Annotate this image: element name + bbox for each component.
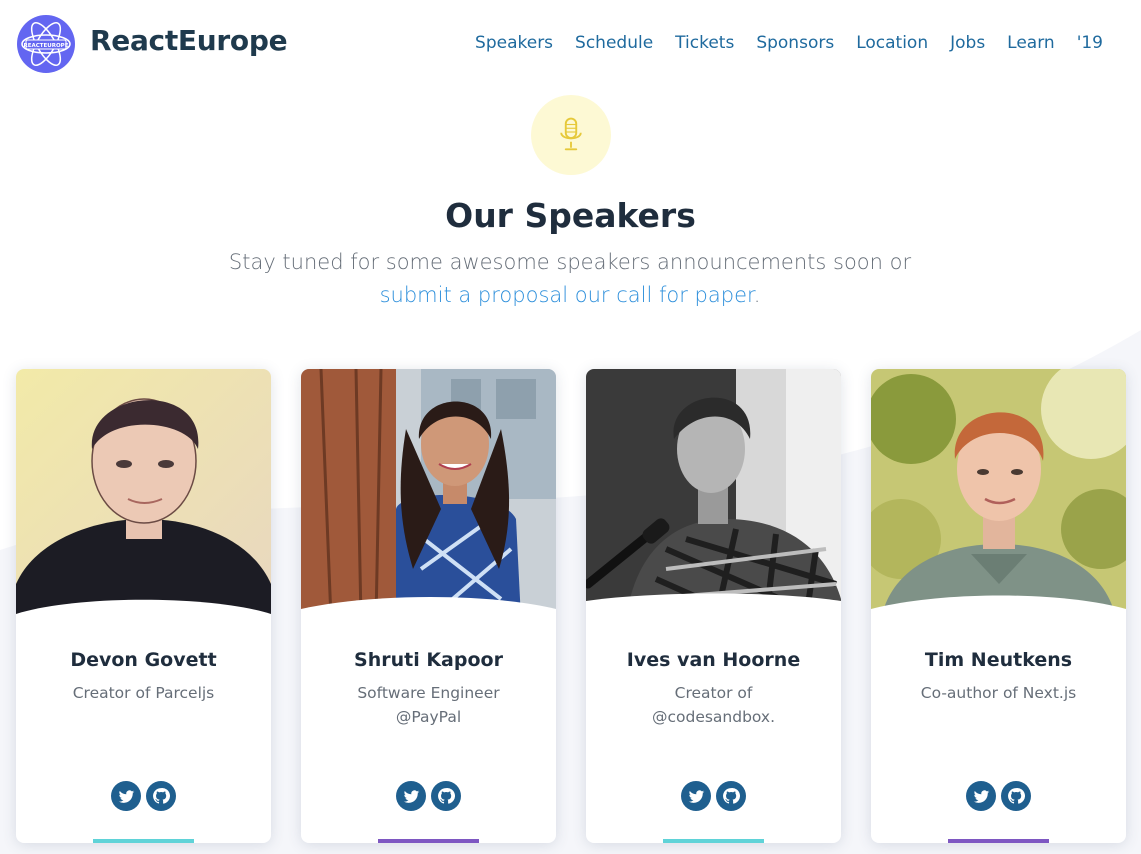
card-accent-bar	[948, 839, 1049, 843]
speaker-photo	[871, 369, 1126, 619]
speaker-name: Ives van Hoorne	[626, 649, 801, 671]
speaker-socials	[871, 781, 1126, 811]
speaker-socials	[301, 781, 556, 811]
speaker-role: Creator of @codesandbox.	[651, 684, 776, 726]
main-nav: Speakers Schedule Tickets Sponsors Locat…	[475, 33, 1103, 53]
logo-icon: REACTEUROPE	[17, 15, 75, 73]
speaker-photo	[301, 369, 556, 619]
subtitle-period: .	[753, 283, 761, 307]
nav-2019[interactable]: '19	[1077, 33, 1103, 53]
speaker-photo	[16, 369, 271, 619]
card-accent-bar	[663, 839, 764, 843]
card-accent-bar	[378, 839, 479, 843]
speaker-card[interactable]: Ives van Hoorne Creator of @codesandbox.	[586, 369, 841, 843]
nav-speakers[interactable]: Speakers	[475, 33, 553, 53]
twitter-icon[interactable]	[966, 781, 996, 811]
page-title: Our Speakers	[445, 196, 696, 235]
speaker-role: Co-author of Next.js	[920, 684, 1077, 702]
github-icon[interactable]	[431, 781, 461, 811]
speaker-photo	[586, 369, 841, 619]
speaker-role: Creator of Parceljs	[72, 684, 215, 702]
github-icon[interactable]	[146, 781, 176, 811]
nav-schedule[interactable]: Schedule	[575, 33, 653, 53]
nav-location[interactable]: Location	[856, 33, 928, 53]
speaker-role: Software Engineer @PayPal	[357, 684, 500, 726]
speaker-socials	[586, 781, 841, 811]
nav-tickets[interactable]: Tickets	[675, 33, 734, 53]
nav-learn[interactable]: Learn	[1007, 33, 1055, 53]
nav-jobs[interactable]: Jobs	[950, 33, 985, 53]
speaker-card[interactable]: Devon Govett Creator of Parceljs	[16, 369, 271, 843]
speaker-name: Tim Neutkens	[924, 649, 1073, 671]
brand-name[interactable]: ReactEurope	[90, 24, 288, 57]
speaker-card[interactable]: Shruti Kapoor Software Engineer @PayPal	[301, 369, 556, 843]
twitter-icon[interactable]	[396, 781, 426, 811]
microphone-badge	[531, 95, 611, 175]
logo[interactable]: REACTEUROPE	[16, 14, 76, 74]
subtitle-text: Stay tuned for some awesome speakers ann…	[228, 250, 912, 274]
speaker-socials	[16, 781, 271, 811]
twitter-icon[interactable]	[111, 781, 141, 811]
logo-text: REACTEUROPE	[24, 43, 69, 49]
microphone-icon	[560, 117, 582, 151]
nav-sponsors[interactable]: Sponsors	[756, 33, 834, 53]
speaker-name: Shruti Kapoor	[354, 649, 503, 671]
github-icon[interactable]	[1001, 781, 1031, 811]
speaker-name: Devon Govett	[70, 649, 217, 671]
site-header: REACTEUROPE ReactEurope Speakers Schedul…	[0, 0, 1141, 88]
github-icon[interactable]	[716, 781, 746, 811]
page-subtitle: Stay tuned for some awesome speakers ann…	[170, 246, 970, 312]
call-for-paper-link[interactable]: submit a proposal our call for paper	[380, 283, 754, 307]
card-accent-bar	[93, 839, 194, 843]
speaker-card[interactable]: Tim Neutkens Co-author of Next.js	[871, 369, 1126, 843]
twitter-icon[interactable]	[681, 781, 711, 811]
